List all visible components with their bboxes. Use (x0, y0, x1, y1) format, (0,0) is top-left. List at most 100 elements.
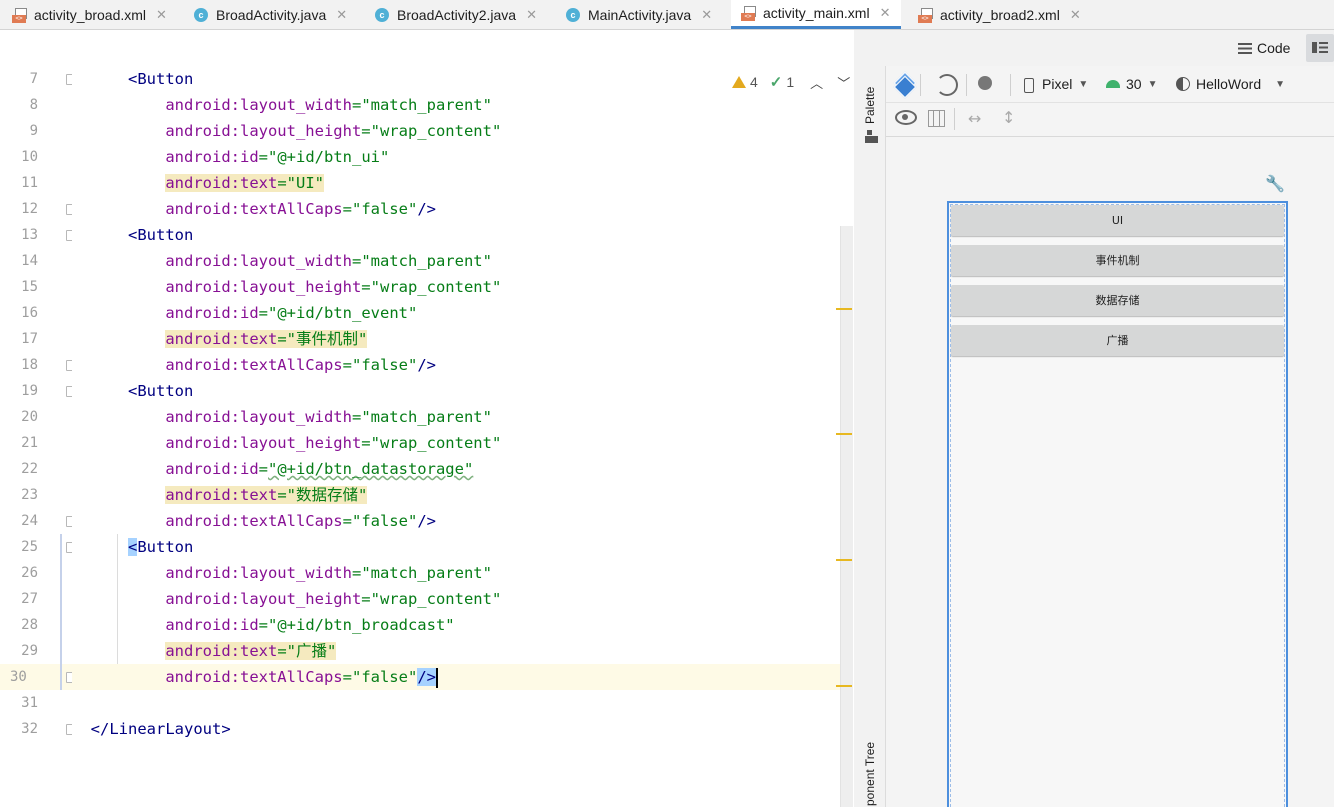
close-icon[interactable]: ✕ (1070, 7, 1081, 23)
line-number: 12 (21, 201, 38, 217)
warning-stripe[interactable] (836, 433, 852, 435)
editor-gutter: 7 8 9 10 11 12 13 14 15 16 17 18 19 20 2… (0, 66, 77, 807)
code-view-button[interactable]: Code (1238, 36, 1290, 60)
xml-attr: android:layout_height (165, 122, 362, 140)
theme-icon (1176, 77, 1190, 91)
warning-stripe[interactable] (836, 308, 852, 310)
line-number: 29 (21, 643, 38, 659)
xml-value: "wrap_content" (370, 122, 502, 140)
xml-value: "广播" (286, 642, 337, 660)
android-icon (1106, 80, 1120, 88)
code-line-20: android:layout_width="match_parent" (72, 404, 853, 430)
code-line-18: android:textAllCaps="false"/> (72, 352, 853, 378)
tab-mainactivity-java[interactable]: c MainActivity.java ✕ (566, 0, 712, 29)
device-preview[interactable]: UI 事件机制 数据存储 广播 (947, 201, 1288, 807)
vertical-resize-icon[interactable]: ↕ (1002, 108, 1015, 127)
xml-value: "match_parent" (361, 564, 492, 582)
tag-close: /> (417, 200, 436, 218)
preview-button-broadcast[interactable]: 广播 (951, 325, 1284, 356)
chevron-down-icon: ▼ (1275, 78, 1286, 90)
xml-value: "match_parent" (361, 408, 492, 426)
editor-scrollbar[interactable] (840, 226, 853, 807)
tab-broadactivity2-java[interactable]: c BroadActivity2.java ✕ (375, 0, 537, 29)
phone-icon (1024, 78, 1034, 93)
chevron-up-icon[interactable]: ︿ (810, 73, 823, 92)
xml-attr: android:text (165, 642, 278, 660)
tab-label: activity_broad.xml (34, 6, 147, 23)
wrench-icon[interactable]: 🔧 (1265, 174, 1285, 193)
blueprint-icon[interactable] (928, 110, 945, 127)
palette-tab[interactable]: Palette (863, 87, 877, 124)
equals: = (342, 512, 352, 530)
tab-label: BroadActivity2.java (397, 6, 517, 23)
night-mode-icon[interactable] (978, 76, 992, 90)
device-selector[interactable]: Pixel ▼ (1024, 74, 1088, 94)
xml-attr: android:textAllCaps (165, 356, 343, 374)
orientation-icon[interactable] (936, 74, 958, 96)
equals: = (342, 668, 352, 686)
xml-file-icon: <> (918, 7, 933, 23)
xml-attr: android:id (165, 616, 259, 634)
tab-label: MainActivity.java (588, 6, 692, 23)
warning-stripe[interactable] (836, 559, 852, 561)
code-lines-icon (1238, 42, 1252, 54)
code-editor[interactable]: <Button android:layout_width="match_pare… (72, 66, 853, 807)
xml-tag: <Button (128, 226, 194, 244)
line-number: 14 (21, 253, 38, 269)
design-surface-icon[interactable] (893, 71, 917, 99)
tab-label: activity_main.xml (763, 5, 870, 21)
theme-selector[interactable]: HelloWord ▼ (1176, 74, 1285, 94)
tab-activity-broad-xml[interactable]: <> activity_broad.xml ✕ (12, 0, 167, 29)
close-icon[interactable]: ✕ (156, 7, 167, 23)
close-icon[interactable]: ✕ (880, 5, 891, 21)
equals: = (351, 96, 362, 114)
split-view-button[interactable] (1306, 34, 1334, 62)
xml-value: "wrap_content" (370, 434, 502, 452)
equals: = (277, 174, 287, 192)
tab-activity-main-xml[interactable]: <> activity_main.xml ✕ (731, 0, 901, 29)
horizontal-resize-icon[interactable]: ↔ (968, 109, 981, 128)
close-icon[interactable]: ✕ (701, 7, 712, 23)
preview-button-datastorage[interactable]: 数据存储 (951, 285, 1284, 316)
xml-attr: android:layout_height (165, 434, 362, 452)
vcs-change-marker[interactable] (60, 534, 62, 690)
warning-stripe[interactable] (836, 685, 852, 687)
tab-broadactivity-java[interactable]: c BroadActivity.java ✕ (194, 0, 347, 29)
inspection-widget[interactable]: 4 ✓ 1 ︿ ﹀ (732, 72, 850, 92)
chevron-down-icon[interactable]: ﹀ (837, 73, 850, 92)
code-line-21: android:layout_height="wrap_content" (72, 430, 853, 456)
xml-value: "@+id/btn_broadcast" (268, 616, 455, 634)
code-line-28: android:id="@+id/btn_broadcast" (72, 612, 853, 638)
line-number: 7 (29, 71, 38, 87)
tab-activity-broad2-xml[interactable]: <> activity_broad2.xml ✕ (918, 0, 1081, 29)
xml-value: "false" (351, 668, 418, 686)
xml-value: "事件机制" (286, 330, 368, 348)
preview-button-event[interactable]: 事件机制 (951, 245, 1284, 276)
line-number: 28 (21, 617, 38, 633)
line-number: 23 (21, 487, 38, 503)
warning-icon (732, 76, 746, 88)
xml-attr: android:id (165, 460, 259, 478)
preview-button-ui[interactable]: UI (951, 205, 1284, 236)
xml-value: "@+id/btn_event" (268, 304, 418, 322)
component-tree-tab[interactable]: ponent Tree (863, 742, 877, 806)
line-number: 32 (21, 721, 38, 737)
xml-value: "false" (351, 200, 418, 218)
code-line-9: android:layout_height="wrap_content" (72, 118, 853, 144)
api-level-selector[interactable]: 30 ▼ (1106, 74, 1157, 94)
class-file-icon: c (375, 7, 389, 22)
eye-icon[interactable] (895, 110, 917, 125)
xml-attr: android:id (165, 148, 259, 166)
code-line-29: android:text="广播" (72, 638, 853, 664)
palette-icon (865, 130, 878, 143)
device-label: Pixel (1042, 76, 1073, 92)
line-number: 10 (21, 149, 38, 165)
chevron-down-icon: ▼ (1147, 78, 1158, 90)
xml-value: "@+id/btn_datastorage" (268, 460, 474, 478)
close-icon[interactable]: ✕ (526, 7, 537, 23)
line-number: 22 (21, 461, 38, 477)
line-number: 21 (21, 435, 38, 451)
design-toolbar: Pixel ▼ 30 ▼ HelloWord ▼ (886, 66, 1334, 103)
equals: = (361, 590, 371, 608)
close-icon[interactable]: ✕ (336, 7, 347, 23)
